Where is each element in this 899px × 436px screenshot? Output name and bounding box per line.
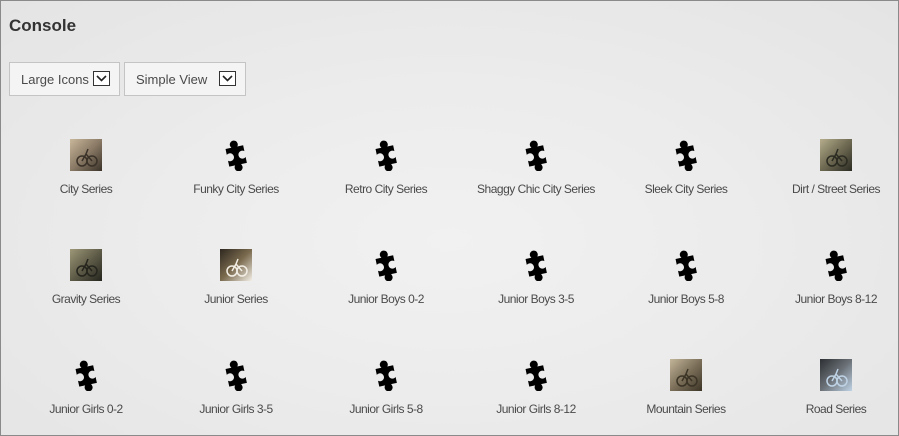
console-item-junior-boys-5-8[interactable]: Junior Boys 5-8 xyxy=(611,243,761,323)
puzzle-icon xyxy=(70,359,102,392)
chevron-down-icon[interactable] xyxy=(93,71,110,86)
thumbnail-image xyxy=(670,359,702,391)
console-item-label: Shaggy Chic City Series xyxy=(477,182,595,196)
console-item-dirt-street-series[interactable]: Dirt / Street Series xyxy=(761,133,898,213)
console-item-junior-girls-0-2[interactable]: Junior Girls 0-2 xyxy=(11,353,161,433)
thumbnail-image xyxy=(70,249,102,281)
console-item-label: Gravity Series xyxy=(51,292,121,306)
console-item-junior-girls-3-5[interactable]: Junior Girls 3-5 xyxy=(161,353,311,433)
console-item-mountain-series[interactable]: Mountain Series xyxy=(611,353,761,433)
console-item-junior-boys-0-2[interactable]: Junior Boys 0-2 xyxy=(311,243,461,323)
console-item-sleek-city-series[interactable]: Sleek City Series xyxy=(611,133,761,213)
thumbnail-image xyxy=(820,139,852,171)
console-item-label: Junior Girls 0-2 xyxy=(49,402,123,416)
console-item-junior-boys-3-5[interactable]: Junior Boys 3-5 xyxy=(461,243,611,323)
puzzle-icon xyxy=(370,359,402,392)
console-item-junior-girls-8-12[interactable]: Junior Girls 8-12 xyxy=(461,353,611,433)
puzzle-icon xyxy=(820,249,852,282)
puzzle-icon xyxy=(370,249,402,282)
console-item-junior-girls-5-8[interactable]: Junior Girls 5-8 xyxy=(311,353,461,433)
console-item-label: Funky City Series xyxy=(193,182,279,196)
console-item-junior-series[interactable]: Junior Series xyxy=(161,243,311,323)
puzzle-icon xyxy=(520,249,552,282)
puzzle-icon xyxy=(220,359,252,392)
puzzle-icon xyxy=(670,139,702,172)
view-size-select[interactable]: Large Icons xyxy=(9,62,120,96)
console-item-label: Retro City Series xyxy=(344,182,428,196)
view-mode-select-value: Simple View xyxy=(136,71,208,87)
puzzle-icon xyxy=(370,139,402,172)
console-item-gravity-series[interactable]: Gravity Series xyxy=(11,243,161,323)
console-item-label: Junior Boys 8-12 xyxy=(794,292,878,306)
view-size-select-value: Large Icons xyxy=(21,71,89,87)
item-grid: City Series Funky City Series Retro City… xyxy=(11,133,898,433)
thumbnail-image xyxy=(820,359,852,391)
chevron-down-icon[interactable] xyxy=(219,71,236,86)
console-item-retro-city-series[interactable]: Retro City Series xyxy=(311,133,461,213)
console-item-junior-boys-8-12[interactable]: Junior Boys 8-12 xyxy=(761,243,898,323)
console-item-road-series[interactable]: Road Series xyxy=(761,353,898,433)
puzzle-icon xyxy=(520,139,552,172)
console-item-city-series[interactable]: City Series xyxy=(11,133,161,213)
console-item-label: Junior Girls 3-5 xyxy=(199,402,273,416)
page-title: Console xyxy=(9,16,77,35)
console-item-label: Junior Boys 5-8 xyxy=(648,292,724,306)
console-panel: Console Large Icons Simple View City Ser… xyxy=(0,0,899,436)
console-item-label: Junior Boys 0-2 xyxy=(348,292,424,306)
console-item-shaggy-chic-city-series[interactable]: Shaggy Chic City Series xyxy=(461,133,611,213)
console-item-funky-city-series[interactable]: Funky City Series xyxy=(161,133,311,213)
console-item-label: City Series xyxy=(59,182,113,196)
console-item-label: Junior Girls 8-12 xyxy=(496,402,576,416)
thumbnail-image xyxy=(70,139,102,171)
console-item-label: Junior Boys 3-5 xyxy=(498,292,574,306)
console-item-label: Road Series xyxy=(805,402,867,416)
view-mode-select[interactable]: Simple View xyxy=(124,62,246,96)
puzzle-icon xyxy=(520,359,552,392)
thumbnail-image xyxy=(220,249,252,281)
puzzle-icon xyxy=(670,249,702,282)
puzzle-icon xyxy=(220,139,252,172)
console-item-label: Junior Girls 5-8 xyxy=(349,402,423,416)
console-item-label: Dirt / Street Series xyxy=(791,182,881,196)
console-item-label: Mountain Series xyxy=(646,402,726,416)
console-item-label: Sleek City Series xyxy=(644,182,728,196)
console-item-label: Junior Series xyxy=(204,292,268,306)
